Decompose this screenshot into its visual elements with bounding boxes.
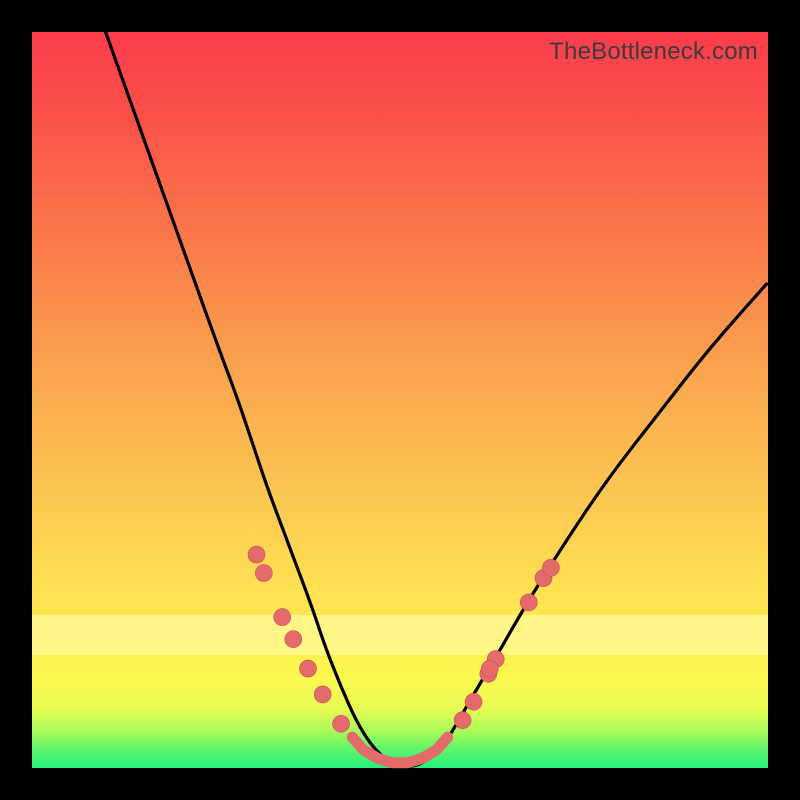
highlight-markers [248,546,559,732]
chart-svg [32,32,768,768]
plot-area: TheBottleneck.com [32,32,768,768]
marker-point [520,594,537,611]
valley-fill [352,737,448,763]
bottleneck-curve [32,0,768,766]
marker-point [314,686,331,703]
marker-point [542,559,559,576]
marker-point [285,631,302,648]
chart-frame: TheBottleneck.com [0,0,800,800]
marker-point [333,715,350,732]
marker-point [454,712,471,729]
watermark-text: TheBottleneck.com [549,38,758,66]
marker-point [465,693,482,710]
marker-point [255,565,272,582]
marker-point [481,660,498,677]
marker-point [248,546,265,563]
marker-point [274,609,291,626]
marker-point [300,660,317,677]
